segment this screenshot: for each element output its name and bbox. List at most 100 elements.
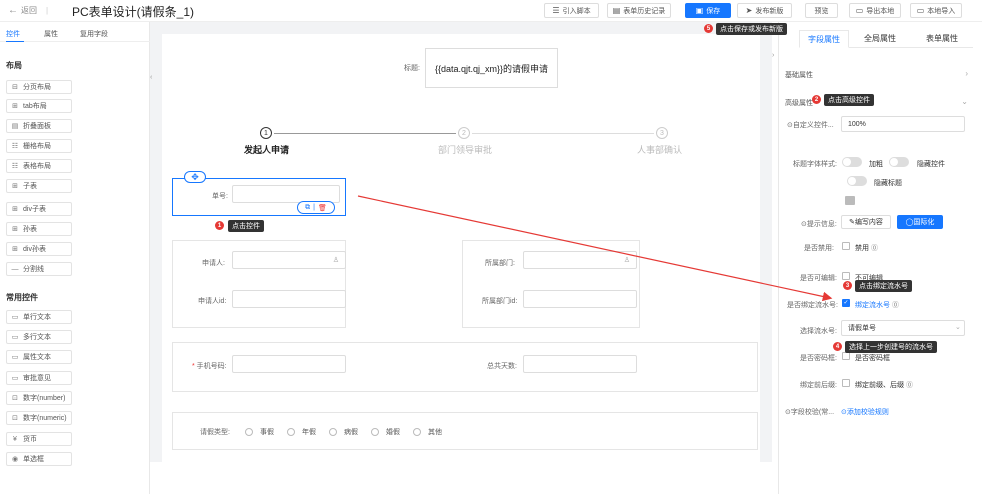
leave-type-option[interactable]: 病假 <box>344 427 358 437</box>
active-tab-indicator <box>6 41 24 42</box>
control-item-radio[interactable]: ◉ 单选框 <box>6 452 72 466</box>
chevron-down-icon[interactable]: ⌄ <box>961 97 968 106</box>
dept-id-input[interactable] <box>523 290 637 308</box>
control-item-attr-text[interactable]: ▭ 属性文本 <box>6 350 72 364</box>
user-icon[interactable]: ♙ <box>333 256 339 264</box>
bind-serial-checkbox[interactable]: ✓ <box>842 299 850 307</box>
history-button[interactable]: ▤ 表单历史记录 <box>607 3 671 18</box>
layout-item-label: 子表 <box>23 183 37 190</box>
tab-controls[interactable]: 控件 <box>6 29 20 39</box>
style-square-icon[interactable] <box>845 196 855 205</box>
radio-icon[interactable] <box>412 428 421 436</box>
help-icon[interactable]: ⓪ <box>906 382 913 389</box>
bind-serial-text-label: 绑定流水号 <box>855 302 890 309</box>
form-title-label: 标题: <box>404 65 420 72</box>
disabled-checkbox[interactable] <box>842 242 850 250</box>
hide-control-toggle[interactable] <box>889 157 909 167</box>
control-item-approval[interactable]: ▭ 审批意见 <box>6 371 72 385</box>
number-icon: ⊡ <box>12 395 18 402</box>
tab-properties[interactable]: 属性 <box>44 29 58 39</box>
back-button[interactable]: ← 返回 | <box>8 5 48 16</box>
comment-icon: ▭ <box>11 375 19 382</box>
step-line <box>274 133 456 134</box>
leave-type-option[interactable]: 年假 <box>302 427 316 437</box>
layout-item-divider[interactable]: — 分割线 <box>6 262 72 276</box>
preview-label: 预览 <box>814 7 829 15</box>
leave-type-option[interactable]: 事假 <box>260 427 274 437</box>
user-icon[interactable]: ♙ <box>624 256 630 264</box>
radio-icon[interactable] <box>370 428 379 436</box>
control-item-single-text[interactable]: ▭ 单行文本 <box>6 310 72 324</box>
i18n-button[interactable]: ◯ 国际化 <box>897 215 943 229</box>
save-icon: ▣ <box>695 6 704 15</box>
advanced-section[interactable]: 高级属性 <box>785 98 813 108</box>
custom-control-input[interactable]: 100% <box>841 116 965 132</box>
layout-item-collapse[interactable]: ▤ 折叠面板 <box>6 119 72 133</box>
applicant-input[interactable]: ♙ <box>232 251 346 269</box>
radio-icon[interactable] <box>286 428 295 436</box>
password-checkbox[interactable] <box>842 352 850 360</box>
editable-checkbox[interactable] <box>842 272 850 280</box>
leave-type-option[interactable]: 其他 <box>428 427 442 437</box>
step-2-circle: 2 <box>458 127 470 139</box>
text-input-icon: ▭ <box>11 314 19 321</box>
dept-input[interactable]: ♙ <box>523 251 637 269</box>
disabled-label: 是否禁用: <box>804 245 834 252</box>
collapse-left-icon[interactable]: ‹ <box>150 74 156 88</box>
layout-item-grid[interactable]: ☷ 栅格布局 <box>6 139 72 153</box>
title-style-label: 标题字体样式: <box>793 161 837 168</box>
radio-icon[interactable] <box>328 428 337 436</box>
bold-toggle[interactable] <box>842 157 862 167</box>
control-item-multi-text[interactable]: ▭ 多行文本 <box>6 330 72 344</box>
bind-prefix-checkbox[interactable] <box>842 379 850 387</box>
chevron-down-icon[interactable]: ⌄ <box>955 323 961 331</box>
phone-label: * 手机号码: <box>192 361 227 371</box>
copy-icon[interactable]: ⧉ <box>305 204 310 212</box>
tab-form-properties[interactable]: 表单属性 <box>911 30 973 48</box>
chevron-right-icon[interactable]: › <box>965 69 968 78</box>
control-item-number[interactable]: ⊡ 数字(number) <box>6 391 72 405</box>
editable-label: 是否可编辑: <box>800 275 837 282</box>
tab-field-properties[interactable]: 字段属性 <box>799 30 849 48</box>
save-button[interactable]: ▣ 保存 <box>685 3 731 18</box>
move-handle-icon[interactable]: ✥ <box>184 171 206 183</box>
annotation-tip-5: 点击保存或发布新版 <box>716 23 787 35</box>
tab-global-properties[interactable]: 全局属性 <box>849 30 911 48</box>
subtable-icon: ⊞ <box>12 206 18 213</box>
layout-item-div-subtable[interactable]: ⊞ div子表 <box>6 202 72 216</box>
phone-input[interactable] <box>232 355 346 373</box>
export-local-button[interactable]: ▭ 导出本地 <box>849 3 901 18</box>
layout-item-label: div子表 <box>23 206 46 213</box>
days-input[interactable] <box>523 355 637 373</box>
edit-content-button[interactable]: ✎ 编写内容 <box>841 215 891 229</box>
radio-icon[interactable] <box>244 428 253 436</box>
hide-title-toggle[interactable] <box>847 176 867 186</box>
import-script-button[interactable]: ☰ 引入脚本 <box>544 3 599 18</box>
history-icon: ▤ <box>612 6 621 15</box>
preview-button[interactable]: 预览 <box>805 3 838 18</box>
help-icon[interactable]: ⓪ <box>871 245 878 252</box>
control-item-numeric[interactable]: ⊡ 数字(numeric) <box>6 411 72 425</box>
form-title-box[interactable]: {{data.qjt.qj_xm}}的请假申请 <box>425 48 558 88</box>
layout-item-grandchild[interactable]: ⊞ 孙表 <box>6 222 72 236</box>
publish-button[interactable]: ➤ 发布新版 <box>737 3 792 18</box>
applicant-id-input[interactable] <box>232 290 346 308</box>
save-label: 保存 <box>706 7 721 15</box>
basic-section[interactable]: 基础属性 <box>785 70 813 80</box>
help-icon[interactable]: ⓪ <box>892 302 899 309</box>
delete-icon[interactable]: 🗑 <box>318 204 327 212</box>
leave-type-option[interactable]: 婚假 <box>386 427 400 437</box>
step-3-label: 人事部确认 <box>637 145 683 155</box>
layout-item-table[interactable]: ☷ 表格布局 <box>6 159 72 173</box>
layout-item-div-grandchild[interactable]: ⊞ div孙表 <box>6 242 72 256</box>
layout-item-tab[interactable]: ⊞ tab布局 <box>6 99 72 113</box>
tab-reuse-fields[interactable]: 复用字段 <box>80 29 108 39</box>
add-validation-link[interactable]: ⊙添加校验规则 <box>841 407 889 417</box>
text-input-icon: ▭ <box>11 354 19 361</box>
layout-item-page[interactable]: ⊟ 分页布局 <box>6 80 72 94</box>
import-local-button[interactable]: ▭ 本地导入 <box>910 3 962 18</box>
control-item-currency[interactable]: ¥ 货币 <box>6 432 72 446</box>
choose-serial-select[interactable]: 请假单号 <box>841 320 965 336</box>
layout-item-subtable[interactable]: ⊞ 子表 <box>6 179 72 193</box>
annotation-tip-4: 选择上一步创建号的流水号 <box>845 341 937 353</box>
